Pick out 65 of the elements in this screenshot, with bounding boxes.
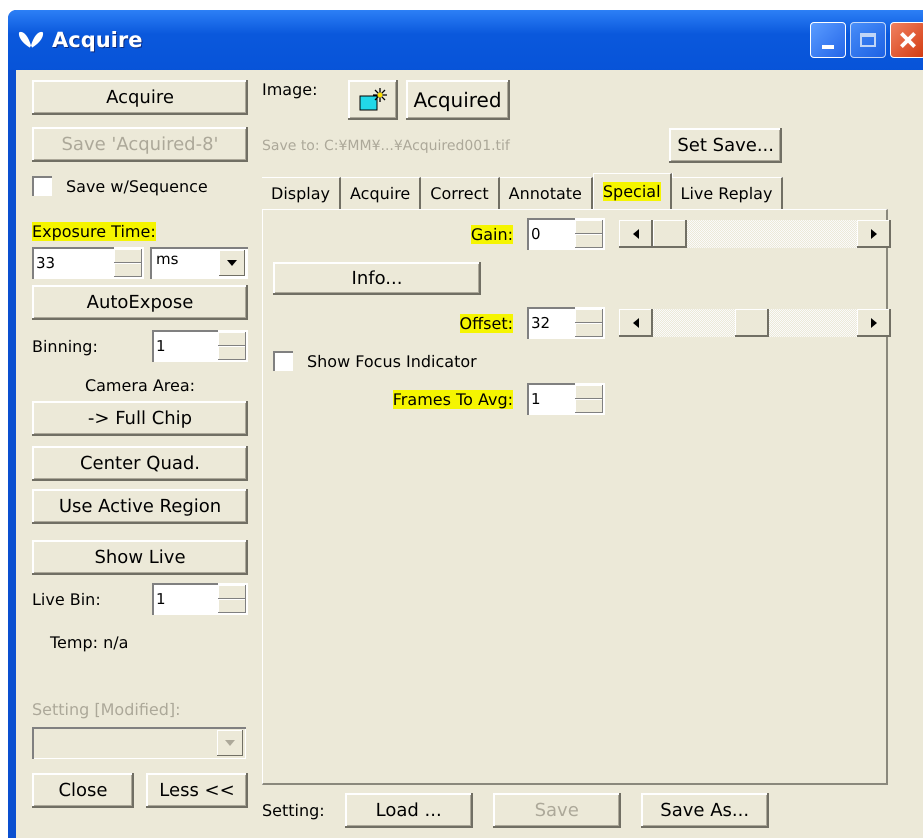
spin-down-button[interactable] bbox=[575, 323, 603, 337]
camera-area-label: Camera Area: bbox=[84, 376, 196, 395]
close-button[interactable]: Close bbox=[32, 773, 134, 808]
image-label: Image: bbox=[262, 80, 318, 99]
tab[interactable]: Live Replay bbox=[672, 177, 784, 209]
live-bin-label: Live Bin: bbox=[32, 590, 101, 608]
info-button[interactable]: Info... bbox=[273, 262, 481, 295]
spin-up-button[interactable] bbox=[575, 385, 603, 399]
spin-up-button[interactable] bbox=[218, 585, 246, 599]
slider[interactable] bbox=[619, 220, 891, 248]
setting-button[interactable]: Save As... bbox=[640, 793, 769, 828]
binning-label: Binning: bbox=[32, 336, 98, 356]
spin-down-button[interactable] bbox=[218, 346, 246, 360]
less-button[interactable]: Less << bbox=[146, 773, 248, 808]
maximize-button[interactable] bbox=[850, 22, 886, 58]
field-label: Frames To Avg: bbox=[392, 390, 513, 408]
tab[interactable]: Correct bbox=[421, 177, 500, 209]
spin-field[interactable]: 1 bbox=[152, 330, 218, 362]
slider-thumb[interactable] bbox=[653, 220, 687, 248]
minimize-button[interactable] bbox=[810, 22, 846, 58]
spin-down-button[interactable] bbox=[114, 263, 142, 277]
tab[interactable]: Display bbox=[262, 177, 341, 209]
field-label: Offset: bbox=[460, 314, 513, 332]
spin-field[interactable]: 1 bbox=[527, 383, 575, 415]
temperature-label: Temp: n/a bbox=[49, 633, 130, 652]
slider[interactable] bbox=[619, 309, 891, 337]
image-name-button[interactable]: Acquired bbox=[406, 80, 510, 120]
show-live-button[interactable]: Show Live bbox=[32, 540, 248, 575]
checkbox[interactable] bbox=[32, 176, 52, 196]
tab[interactable]: Acquire bbox=[340, 177, 422, 209]
full-chip-button[interactable]: -> Full Chip bbox=[32, 401, 248, 436]
autoexpose-button[interactable]: AutoExpose bbox=[32, 285, 248, 320]
spin-up-button[interactable] bbox=[218, 332, 246, 346]
setting-label: Setting [Modified]: bbox=[32, 700, 182, 719]
window-title: Acquire bbox=[52, 28, 142, 52]
acquire-button[interactable]: Acquire bbox=[32, 80, 248, 115]
spin-down-button[interactable] bbox=[575, 399, 603, 413]
checkbox-label: Show Focus Indicator bbox=[307, 352, 477, 370]
spin-up-button[interactable] bbox=[575, 309, 603, 323]
tab[interactable]: Annotate bbox=[500, 177, 593, 209]
save-path-text: Save to: C:¥MM¥...¥Acquired001.tif bbox=[262, 138, 510, 154]
spin-up-button[interactable] bbox=[114, 249, 142, 263]
field-label: Gain: bbox=[470, 224, 513, 244]
checkbox[interactable] bbox=[273, 351, 293, 371]
setting-label: Setting: bbox=[262, 801, 325, 820]
spin-up-button[interactable] bbox=[575, 220, 603, 234]
spin-down-button[interactable] bbox=[218, 599, 246, 613]
butterfly-icon bbox=[18, 30, 44, 50]
spin-field[interactable]: 32 bbox=[527, 307, 575, 339]
spin-field[interactable]: 33 bbox=[32, 247, 114, 279]
setting-button[interactable]: Load ... bbox=[344, 793, 473, 828]
use-active-region-button[interactable]: Use Active Region bbox=[32, 489, 248, 524]
checkbox-label: Save w/Sequence bbox=[66, 176, 208, 196]
new-image-icon bbox=[358, 87, 388, 113]
slider-thumb[interactable] bbox=[734, 309, 769, 337]
new-image-button[interactable] bbox=[348, 80, 398, 120]
close-icon[interactable] bbox=[890, 22, 923, 58]
set-save-button[interactable]: Set Save... bbox=[669, 128, 782, 163]
spin-down-button[interactable] bbox=[575, 234, 603, 248]
unit-dropdown[interactable]: ms bbox=[150, 247, 248, 279]
center-quad-button[interactable]: Center Quad. bbox=[32, 446, 248, 481]
exposure-time-label: Exposure Time: bbox=[32, 222, 156, 241]
tab[interactable]: Special bbox=[592, 173, 672, 209]
spin-field[interactable]: 1 bbox=[152, 583, 218, 615]
spin-field[interactable]: 0 bbox=[527, 218, 575, 250]
